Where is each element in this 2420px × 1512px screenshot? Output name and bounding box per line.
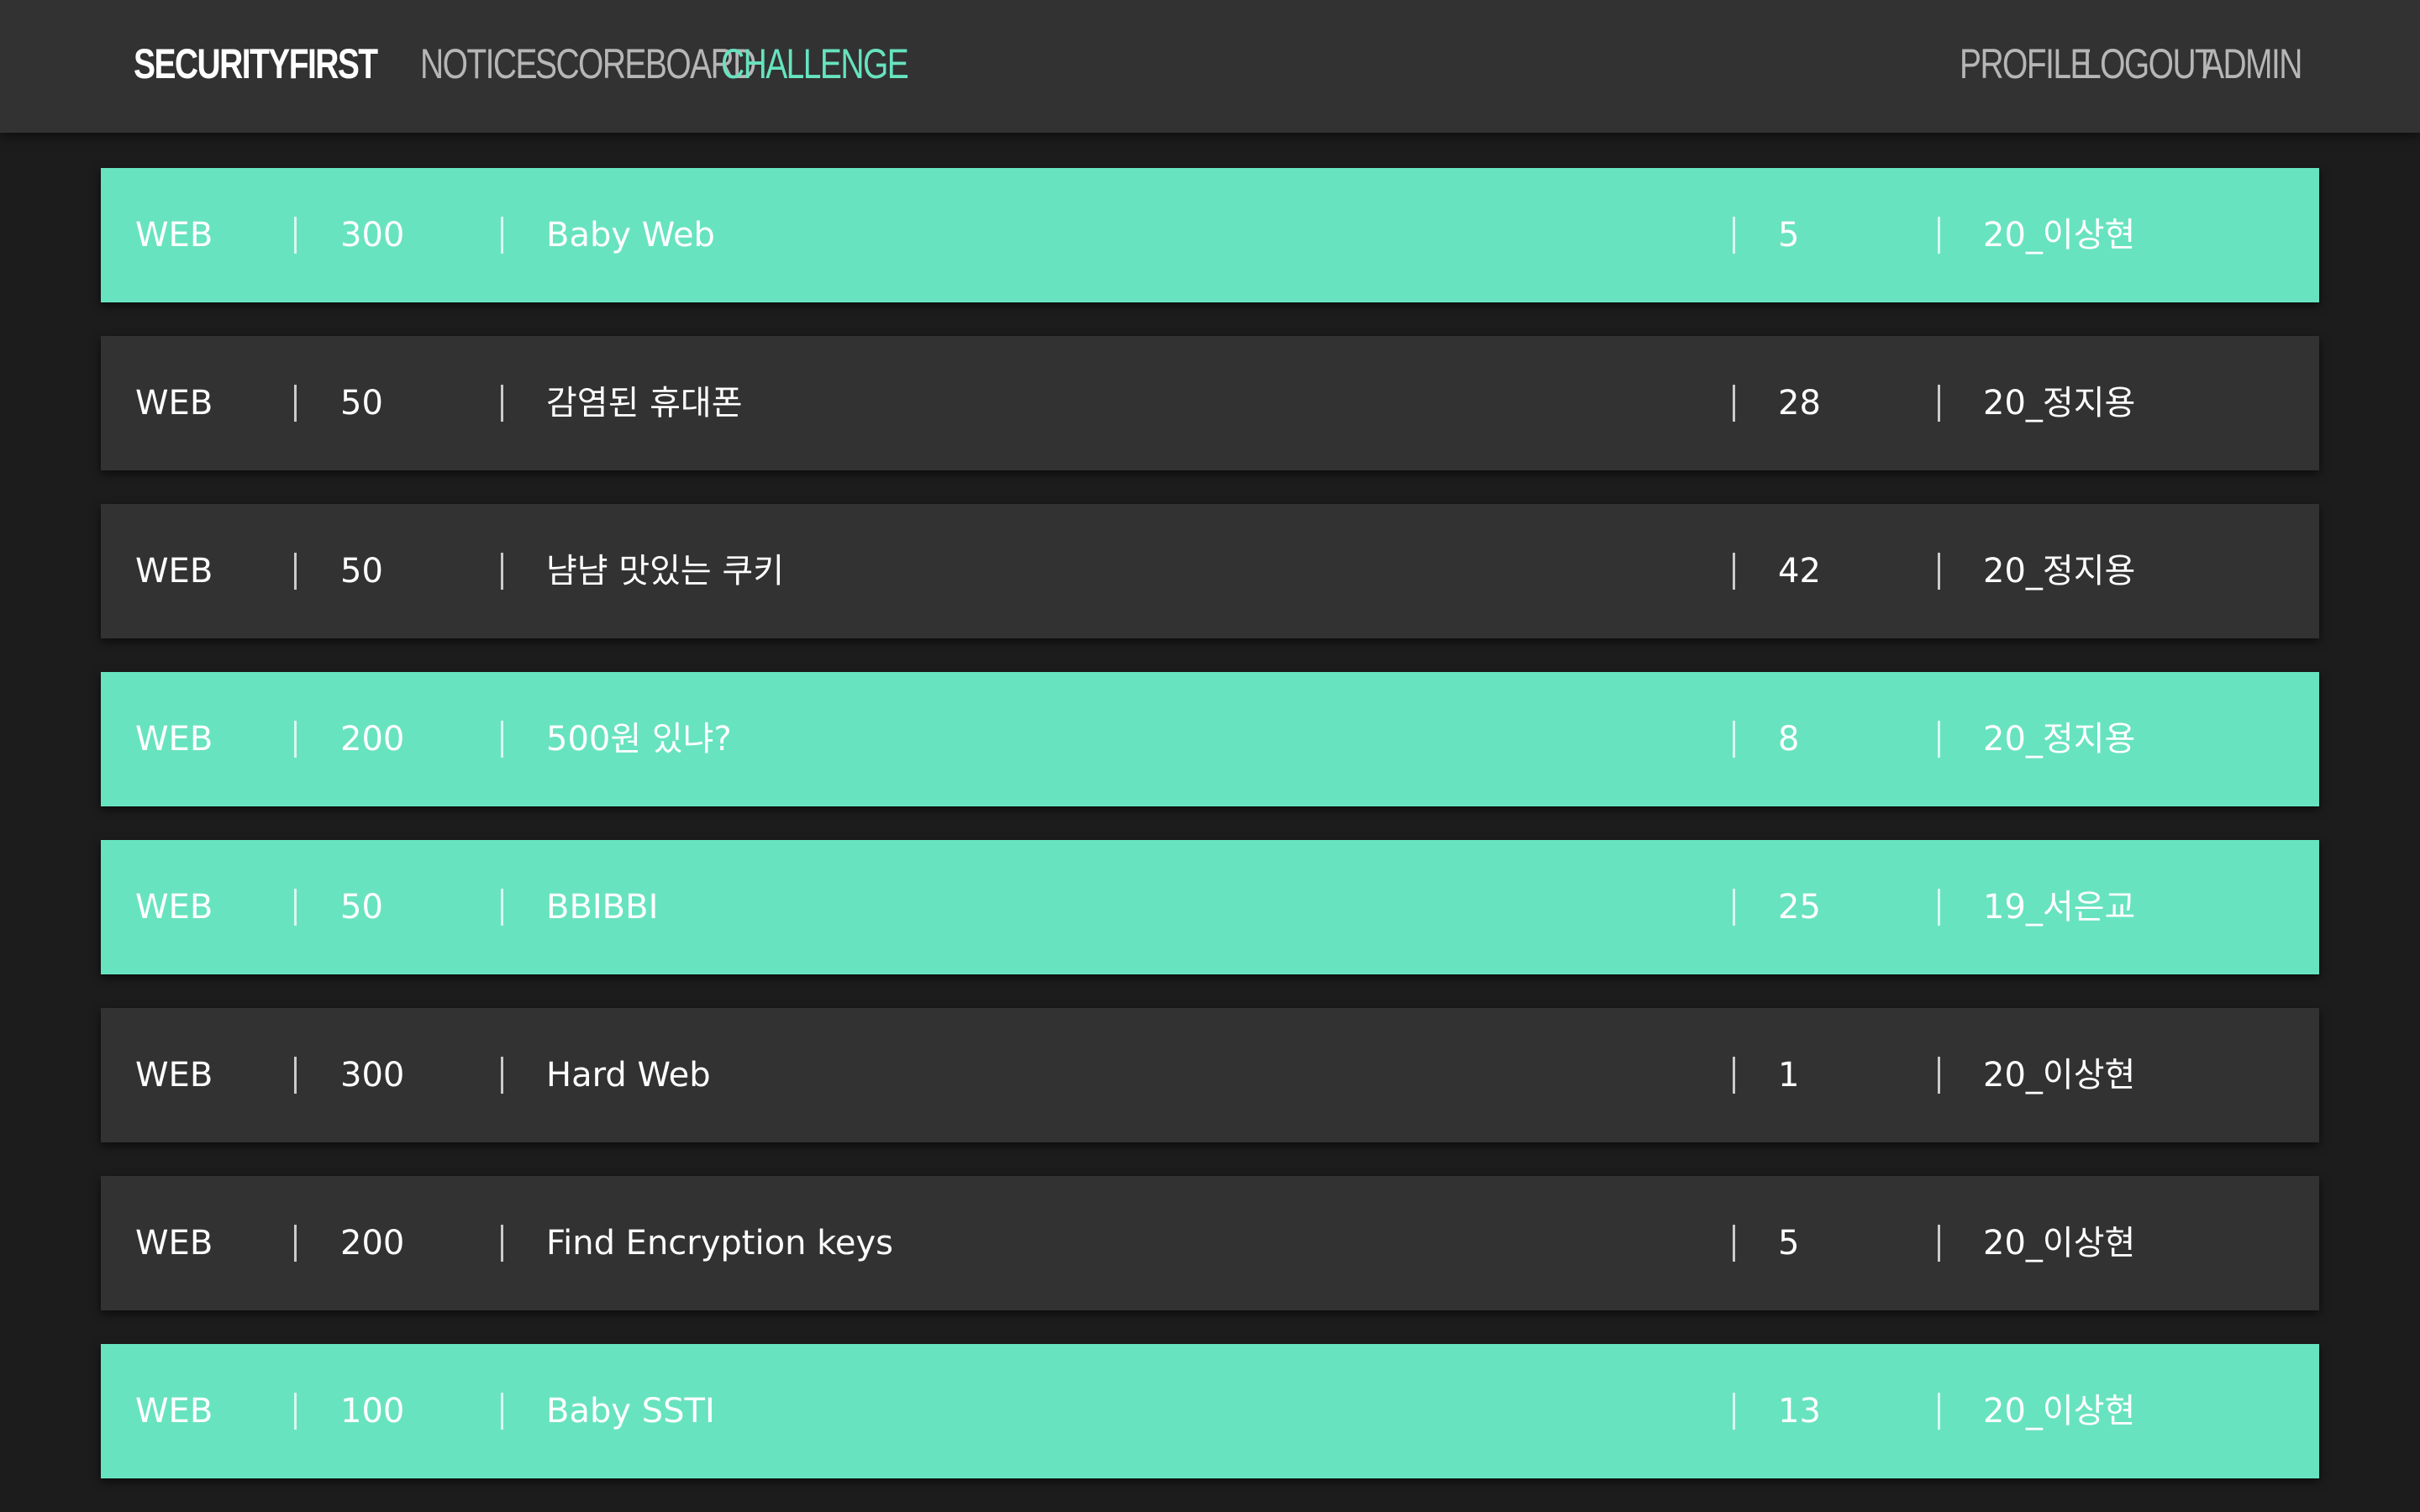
column-divider [1733,1225,1735,1262]
challenge-row[interactable]: WEB 300 Baby Web 5 20_이상현 [101,168,2319,302]
nav-logout-link[interactable]: LOGOUT [2083,34,2215,94]
column-divider [1938,1393,1940,1430]
challenge-author: 20_정지용 [1983,720,2136,759]
challenge-solves: 5 [1778,216,1800,255]
challenge-row[interactable]: WEB 200 500원 있냐? 8 20_정지용 [101,672,2319,806]
nav-admin-link[interactable]: ADMIN [2202,34,2302,94]
challenge-name: 냠냠 맛있는 쿠키 [546,552,785,591]
column-divider [1938,1225,1940,1262]
challenge-row[interactable]: WEB 200 Find Encryption keys 5 20_이상현 [101,1176,2319,1310]
column-divider [294,385,297,422]
column-divider [294,1393,297,1430]
nav-profile-link[interactable]: PROFILE [1960,34,2092,94]
column-divider [294,1057,297,1094]
column-divider [501,1057,503,1094]
challenge-solves: 5 [1778,1224,1800,1263]
challenge-author: 20_이상현 [1983,1224,2136,1263]
challenge-list: WEB 300 Baby Web 5 20_이상현 WEB 50 감염된 휴대폰 28 20_정지… [101,168,2319,1512]
challenge-row[interactable]: WEB 50 감염된 휴대폰 28 20_정지용 [101,336,2319,470]
column-divider [1733,721,1735,758]
column-divider [501,721,503,758]
column-divider [501,1225,503,1262]
challenge-name: Find Encryption keys [546,1224,893,1263]
challenge-name: 500원 있냐? [546,720,732,759]
challenge-name: BBIBBI [546,888,659,927]
challenge-name: 감염된 휴대폰 [546,384,743,423]
column-divider [1938,721,1940,758]
challenge-solves: 13 [1778,1392,1821,1431]
challenge-score: 50 [340,888,383,927]
column-divider [294,721,297,758]
challenge-score: 100 [340,1392,405,1431]
column-divider [294,217,297,254]
challenge-category: WEB [135,1056,213,1095]
challenge-solves: 42 [1778,552,1821,591]
column-divider [1733,385,1735,422]
challenge-score: 300 [340,1056,405,1095]
nav-notice-link[interactable]: NOTICE [420,34,538,94]
challenge-score: 300 [340,216,405,255]
column-divider [294,889,297,926]
column-divider [294,1225,297,1262]
column-divider [501,217,503,254]
column-divider [501,553,503,590]
challenge-category: WEB [135,1392,213,1431]
nav-challenge-link[interactable]: CHALLENGE [721,34,909,94]
challenge-solves: 28 [1778,384,1821,423]
challenge-author: 20_이상현 [1983,1056,2136,1095]
column-divider [501,1393,503,1430]
column-divider [1733,1057,1735,1094]
challenge-category: WEB [135,888,213,927]
challenge-name: Hard Web [546,1056,711,1095]
challenge-solves: 8 [1778,720,1800,759]
challenge-category: WEB [135,552,213,591]
column-divider [501,385,503,422]
challenge-score: 50 [340,384,383,423]
column-divider [1938,217,1940,254]
challenge-score: 200 [340,720,405,759]
challenge-category: WEB [135,1224,213,1263]
column-divider [294,553,297,590]
column-divider [1733,217,1735,254]
column-divider [1938,553,1940,590]
challenge-author: 19_서은교 [1983,888,2136,927]
challenge-row[interactable]: WEB 50 냠냠 맛있는 쿠키 42 20_정지용 [101,504,2319,638]
column-divider [1733,1393,1735,1430]
challenge-category: WEB [135,720,213,759]
challenge-name: Baby SSTI [546,1392,715,1431]
challenge-category: WEB [135,384,213,423]
column-divider [1733,553,1735,590]
challenge-author: 20_이상현 [1983,216,2136,255]
challenge-author: 20_정지용 [1983,384,2136,423]
challenge-row[interactable]: WEB 50 BBIBBI 25 19_서은교 [101,840,2319,974]
challenge-row[interactable]: WEB 100 Baby SSTI 13 20_이상현 [101,1344,2319,1478]
top-navbar: SECURITYFIRST NOTICE SCOREBOARD CHALLENG… [0,0,2420,133]
challenge-category: WEB [135,216,213,255]
challenge-author: 20_이상현 [1983,1392,2136,1431]
challenge-solves: 1 [1778,1056,1800,1095]
brand-logo-link[interactable]: SECURITYFIRST [134,34,378,94]
challenge-name: Baby Web [546,216,715,255]
challenge-score: 50 [340,552,383,591]
column-divider [1938,385,1940,422]
challenge-author: 20_정지용 [1983,552,2136,591]
column-divider [1938,1057,1940,1094]
column-divider [501,889,503,926]
challenge-score: 200 [340,1224,405,1263]
challenge-row[interactable]: WEB 300 Hard Web 1 20_이상현 [101,1008,2319,1142]
challenge-solves: 25 [1778,888,1821,927]
column-divider [1733,889,1735,926]
column-divider [1938,889,1940,926]
